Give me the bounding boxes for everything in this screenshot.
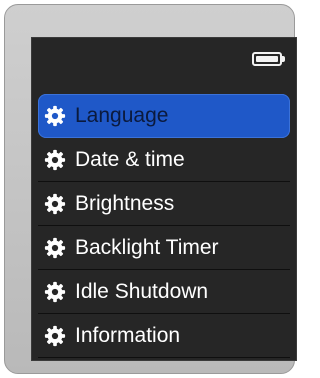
menu-item-label: Idle Shutdown [75,279,209,303]
menu-item-brightness[interactable]: Brightness [38,182,290,226]
menu-item-backlight-timer[interactable]: Backlight Timer [38,226,290,270]
gear-icon [44,325,66,346]
menu-item-information[interactable]: Information [38,314,290,358]
gear-icon [44,193,66,214]
battery-level [256,56,278,62]
status-bar [32,38,296,88]
gear-icon [44,237,66,258]
device-frame: Language Date & time Brightness Backligh… [4,4,297,374]
menu-item-label: Brightness [75,191,175,215]
menu-item-label: Language [75,104,169,127]
menu-item-label: Information [75,323,181,347]
menu-item-label: Date & time [75,147,185,171]
battery-icon [252,52,285,66]
menu-item-label: Backlight Timer [75,235,219,259]
menu-item-date-time[interactable]: Date & time [38,138,290,182]
gear-icon [44,149,66,170]
settings-menu: Language Date & time Brightness Backligh… [32,94,296,358]
gear-icon [44,105,66,127]
device-screen: Language Date & time Brightness Backligh… [31,37,297,361]
gear-icon [44,281,66,302]
menu-item-language[interactable]: Language [38,94,290,138]
menu-item-idle-shutdown[interactable]: Idle Shutdown [38,270,290,314]
